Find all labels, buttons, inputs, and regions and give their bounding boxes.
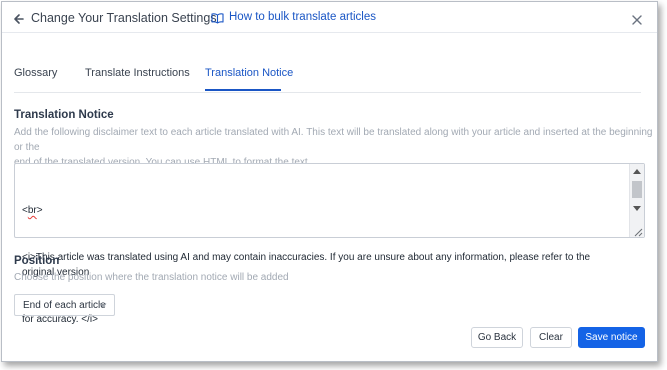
notice-text-line: <br> [22, 205, 43, 216]
spellcheck-word: br [27, 205, 37, 216]
position-description: Choose the position where the translatio… [14, 272, 289, 283]
save-notice-button[interactable]: Save notice [578, 327, 645, 348]
scroll-down-arrow-icon[interactable] [633, 206, 641, 211]
position-select-value: End of each article [23, 299, 106, 311]
chevron-down-icon [99, 301, 107, 309]
go-back-button[interactable]: Go Back [471, 327, 523, 348]
active-tab-indicator [205, 89, 281, 91]
tab-glossary[interactable]: Glossary [14, 67, 57, 79]
scroll-up-arrow-icon[interactable] [633, 169, 641, 174]
book-open-icon [211, 11, 224, 24]
clear-button[interactable]: Clear [530, 327, 572, 348]
position-select[interactable]: End of each article [14, 294, 115, 316]
help-link-label: How to bulk translate articles [229, 11, 377, 23]
dialog-title: Change Your Translation Settings [31, 11, 217, 25]
translation-settings-dialog: Change Your Translation Settings How to … [1, 1, 658, 362]
settings-tabs: Glossary Translate Instructions Translat… [14, 58, 641, 93]
dialog-header: Change Your Translation Settings How to … [2, 2, 657, 33]
scroll-thumb[interactable] [632, 181, 642, 198]
arrow-left-icon [13, 12, 25, 24]
tab-translate-instructions[interactable]: Translate Instructions [85, 67, 190, 79]
tab-translation-notice[interactable]: Translation Notice [205, 67, 293, 79]
resize-handle-icon[interactable] [631, 224, 643, 237]
back-button[interactable]: Change Your Translation Settings [13, 9, 217, 27]
position-heading: Position [14, 255, 60, 267]
bulk-translate-help-link[interactable]: How to bulk translate articles [211, 9, 376, 25]
notice-text-area[interactable]: <br> <i>This article was translated usin… [14, 163, 645, 325]
close-icon[interactable] [631, 13, 643, 25]
translation-notice-heading: Translation Notice [14, 109, 114, 121]
description-line: Add the following disclaimer text to eac… [14, 127, 653, 153]
